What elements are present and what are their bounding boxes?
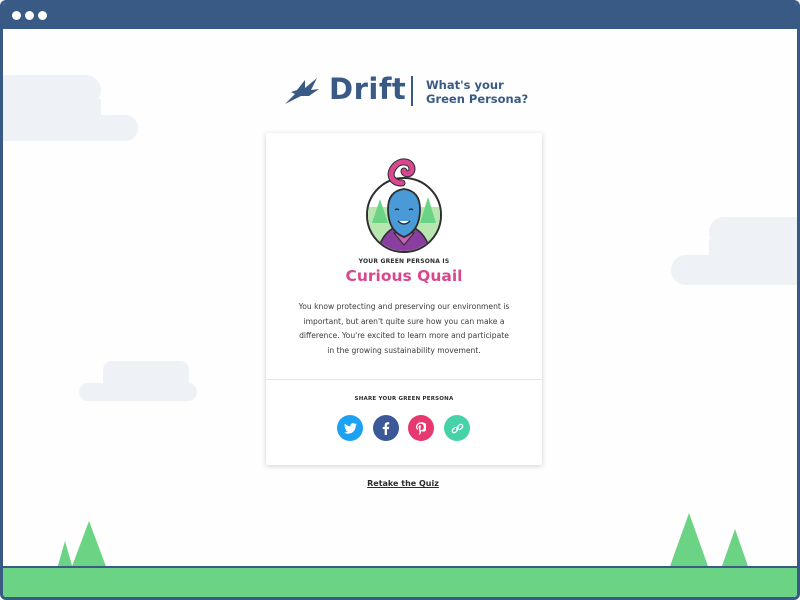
window-dot-icon	[12, 11, 21, 20]
copy-link-button[interactable]	[444, 415, 470, 441]
persona-result-card: YOUR GREEN PERSONA IS Curious Quail You …	[266, 133, 542, 465]
tagline-line1: What's your	[426, 78, 504, 92]
window-dot-icon	[38, 11, 47, 20]
link-icon	[451, 423, 463, 433]
page-tagline: What's your Green Persona?	[426, 78, 546, 106]
drift-bird-icon	[285, 78, 319, 104]
tagline-line2: Green Persona?	[426, 92, 529, 106]
curious-quail-avatar-icon	[366, 158, 442, 253]
ground	[3, 566, 797, 597]
twitter-icon	[343, 422, 357, 434]
window-dot-icon	[25, 11, 34, 20]
persona-description: You know protecting and preserving our e…	[298, 302, 510, 355]
drift-logo-text: Drift	[329, 72, 407, 106]
facebook-icon	[382, 421, 390, 435]
retake-quiz-link[interactable]: Retake the Quiz	[367, 479, 439, 488]
trees-right-icon	[669, 513, 749, 569]
pinterest-icon	[416, 421, 426, 435]
card-divider	[266, 379, 542, 380]
trees-left-icon	[57, 521, 107, 569]
share-facebook-button[interactable]	[373, 415, 399, 441]
window-titlebar	[3, 3, 797, 29]
persona-kicker: YOUR GREEN PERSONA IS	[358, 258, 450, 265]
share-twitter-button[interactable]	[337, 415, 363, 441]
retake-quiz-area: Retake the Quiz	[3, 479, 797, 488]
header-divider	[411, 76, 413, 106]
browser-window: Drift What's your Green Persona? YOUR GR…	[0, 0, 800, 600]
share-title: SHARE YOUR GREEN PERSONA	[354, 396, 454, 402]
share-pinterest-button[interactable]	[408, 415, 434, 441]
persona-name: Curious Quail	[345, 267, 463, 285]
